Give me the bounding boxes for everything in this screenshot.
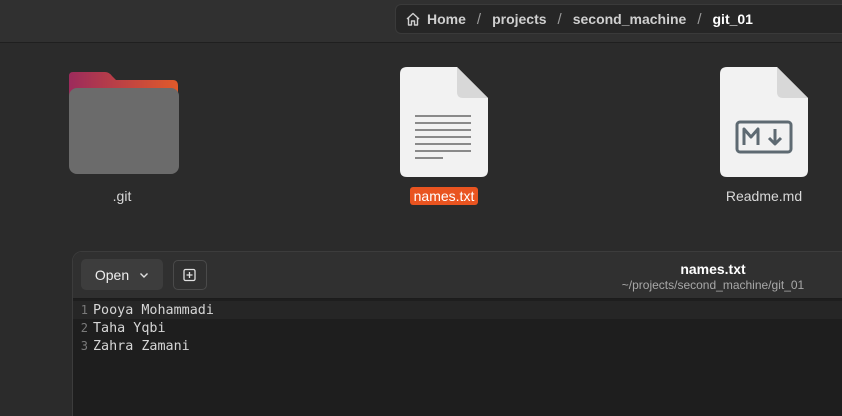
new-tab-icon (183, 268, 196, 282)
home-icon[interactable] (405, 11, 421, 27)
markdown-file-icon (720, 67, 808, 177)
file-name: .git (112, 188, 132, 204)
line-number: 2 (80, 321, 88, 335)
editor-text-area[interactable]: 1 Pooya Mohammadi 2 Taha Yqbi 3 Zahra Za… (73, 299, 842, 355)
line-number: 3 (80, 339, 88, 353)
line-text[interactable]: Zahra Zamani (93, 339, 190, 354)
document-name: names.txt (680, 261, 746, 277)
line-text[interactable]: Pooya Mohammadi (93, 303, 214, 318)
breadcrumb-separator: / (476, 10, 482, 28)
breadcrumb-home[interactable]: Home (427, 11, 466, 27)
breadcrumb: Home / projects / second_machine / git_0… (395, 4, 842, 34)
folder-icon (69, 72, 179, 174)
file-item-names-txt[interactable]: names.txt (384, 66, 504, 206)
text-line[interactable]: 2 Taha Yqbi (73, 319, 842, 337)
breadcrumb-projects[interactable]: projects (492, 11, 546, 27)
line-text[interactable]: Taha Yqbi (93, 321, 166, 336)
line-number: 1 (80, 303, 88, 317)
file-item-readme-md[interactable]: Readme.md (704, 66, 824, 206)
files-header-bar: Home / projects / second_machine / git_0… (0, 0, 842, 43)
breadcrumb-separator: / (697, 10, 702, 28)
text-line[interactable]: 3 Zahra Zamani (73, 337, 842, 355)
editor-header-bar: Open names.txt ~/projects/second_machine… (73, 252, 842, 299)
chevron-down-icon (140, 272, 149, 278)
breadcrumb-git-01[interactable]: git_01 (713, 11, 753, 27)
text-file-icon (400, 67, 488, 177)
file-item-git-folder[interactable]: .git (62, 68, 182, 206)
breadcrumb-separator: / (557, 10, 562, 28)
file-name: Readme.md (725, 188, 803, 204)
open-button-label: Open (94, 266, 130, 283)
document-path: ~/projects/second_machine/git_01 (621, 278, 805, 292)
text-editor-window: Open names.txt ~/projects/second_machine… (72, 251, 842, 416)
text-line[interactable]: 1 Pooya Mohammadi (73, 301, 842, 319)
breadcrumb-second-machine[interactable]: second_machine (573, 11, 687, 27)
open-button[interactable]: Open (81, 259, 163, 290)
new-tab-button[interactable] (173, 260, 207, 290)
file-name-selected: names.txt (409, 187, 479, 205)
desktop-screen: Home / projects / second_machine / git_0… (0, 0, 842, 416)
document-title: names.txt ~/projects/second_machine/git_… (603, 261, 823, 292)
